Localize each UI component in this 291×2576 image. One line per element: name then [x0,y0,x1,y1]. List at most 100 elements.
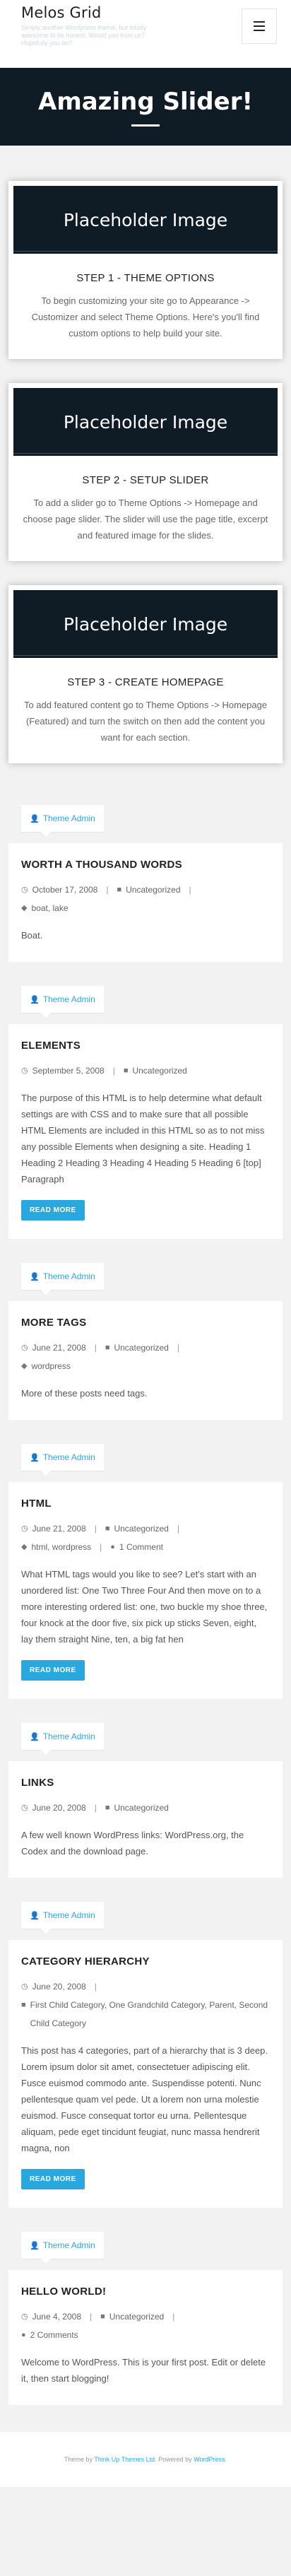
post-category[interactable]: Uncategorized [114,1519,168,1538]
tag-icon: ◆ [21,1362,28,1370]
post-author-badge[interactable]: 👤 Theme Admin [21,805,104,837]
clock-icon: ◷ [21,1343,28,1352]
menu-toggle-button[interactable] [242,8,277,44]
post-category[interactable]: Uncategorized [114,1339,168,1357]
hamburger-icon [254,21,265,23]
feature-text: To begin customizing your site go to App… [31,295,260,339]
post-item: 👤 Theme Admin MORE TAGS ◷ June 21, 2008 |… [0,1263,291,1420]
folder-icon: ■ [100,2312,105,2321]
read-more-button[interactable]: READ MORE [21,2169,85,2189]
post-category[interactable]: Uncategorized [132,1061,186,1080]
feature-heading[interactable]: STEP 1 - THEME OPTIONS [13,272,278,284]
post-meta: ◷ October 17, 2008 | ■ Uncategorized | [21,881,270,899]
post-date[interactable]: June 21, 2008 [32,1519,86,1538]
post-tags[interactable]: wordpress [31,1357,70,1375]
post-title[interactable]: ELEMENTS [21,1040,270,1052]
post-title[interactable]: WORTH A THOUSAND WORDS [21,859,270,871]
post-card: MORE TAGS ◷ June 21, 2008 | ■ Uncategorize… [8,1301,283,1420]
post-author-badge[interactable]: 👤 Theme Admin [21,2232,104,2264]
post-tags[interactable]: boat, lake [31,899,68,917]
feature-heading[interactable]: STEP 2 - SETUP SLIDER [13,474,278,486]
post-excerpt: What HTML tags would you like to see? Le… [21,1569,268,1645]
post-meta: ◷ September 5, 2008 | ■ Uncategorized [21,1061,270,1080]
site-title[interactable]: Melos Grid [21,4,270,21]
post-card: LINKS ◷ June 20, 2008 | ■ Uncategorized A … [8,1761,283,1878]
tag-icon: ◆ [21,1543,28,1551]
feature-heading[interactable]: STEP 3 - CREATE HOMEPAGE [13,676,278,688]
post-card: CATEGORY HIERARCHY ◷ June 20, 2008 | ■ Fir… [8,1940,283,2208]
site-tagline: Simply another Wordpress theme, but tota… [21,24,146,47]
post-excerpt: Boat. [21,930,43,941]
theme-author-link[interactable]: Think Up Themes Ltd [94,2456,155,2463]
read-more-button[interactable]: READ MORE [21,1660,85,1681]
post-author-badge[interactable]: 👤 Theme Admin [21,1902,104,1934]
post-tags-row: ◆ wordpress [21,1357,270,1375]
feature-box: Placeholder Image STEP 2 - SETUP SLIDER … [8,383,283,561]
folder-icon: ■ [105,1343,110,1352]
post-item: 👤 Theme Admin ELEMENTS ◷ September 5, 200… [0,986,291,1239]
post-item: 👤 Theme Admin HTML ◷ June 21, 2008 | ■ Unc… [0,1444,291,1699]
post-category[interactable]: Uncategorized [126,881,180,899]
post-excerpt: Welcome to WordPress. This is your first… [21,2357,266,2384]
comment-icon: ● [110,1543,115,1551]
post-card: HTML ◷ June 21, 2008 | ■ Uncategorized | ◆… [8,1482,283,1699]
folder-icon: ■ [123,1066,129,1075]
post-date[interactable]: October 17, 2008 [32,881,98,899]
clock-icon: ◷ [21,1982,28,1991]
user-icon: 👤 [30,1272,40,1281]
post-title[interactable]: LINKS [21,1777,270,1789]
post-author-badge[interactable]: 👤 Theme Admin [21,1263,104,1295]
post-date[interactable]: June 20, 2008 [32,1977,86,1996]
folder-icon: ■ [117,886,122,894]
post-title[interactable]: CATEGORY HIERARCHY [21,1955,270,1968]
clock-icon: ◷ [21,1804,28,1812]
clock-icon: ◷ [21,2312,28,2321]
feature-image[interactable]: Placeholder Image [13,590,278,658]
post-tags[interactable]: html, wordpress [31,1538,91,1556]
post-comments[interactable]: 1 Comment [119,1538,163,1556]
wordpress-link[interactable]: WordPress [194,2456,225,2463]
read-more-button[interactable]: READ MORE [21,1200,85,1221]
hero-title: Amazing Slider! [38,87,253,116]
post-excerpt: The purpose of this HTML is to help dete… [21,1093,265,1184]
post-author-badge[interactable]: 👤 Theme Admin [21,986,104,1018]
post-title[interactable]: HELLO WORLD! [21,2286,270,2298]
user-icon: 👤 [30,814,40,823]
post-title[interactable]: HTML [21,1498,270,1510]
post-date[interactable]: June 21, 2008 [32,1339,86,1357]
post-item: 👤 Theme Admin HELLO WORLD! ◷ June 4, 2008… [0,2232,291,2405]
post-category[interactable]: Uncategorized [109,2307,164,2326]
post-item: 👤 Theme Admin WORTH A THOUSAND WORDS ◷ Oc… [0,805,291,962]
post-title[interactable]: MORE TAGS [21,1317,270,1329]
feature-text: To add a slider go to Theme Options -> H… [23,498,268,541]
post-meta: ◷ June 20, 2008 | [21,1977,270,1996]
post-meta: ◷ June 21, 2008 | ■ Uncategorized | [21,1519,270,1538]
clock-icon: ◷ [21,1524,28,1533]
post-category[interactable]: Uncategorized [114,1799,168,1817]
user-icon: 👤 [30,995,40,1004]
post-date[interactable]: June 4, 2008 [32,2307,81,2326]
post-author-badge[interactable]: 👤 Theme Admin [21,1723,104,1755]
post-excerpt: More of these posts need tags. [21,1388,148,1399]
post-item: 👤 Theme Admin LINKS ◷ June 20, 2008 | ■ Un… [0,1723,291,1878]
post-tags-row: ◆ boat, lake [21,899,270,917]
post-item: 👤 Theme Admin CATEGORY HIERARCHY ◷ June 2… [0,1902,291,2208]
user-icon: 👤 [30,1732,40,1741]
site-footer: Theme by Think Up Themes Ltd. Powered by… [0,2432,291,2487]
post-excerpt: A few well known WordPress links: WordPr… [21,1830,244,1857]
feature-image[interactable]: Placeholder Image [13,186,278,254]
hero-banner: Amazing Slider! [0,68,291,146]
folder-icon: ■ [105,1524,110,1533]
feature-text: To add featured content go to Theme Opti… [23,700,268,743]
post-card: WORTH A THOUSAND WORDS ◷ October 17, 2008… [8,843,283,962]
feature-image[interactable]: Placeholder Image [13,388,278,456]
post-comments[interactable]: 2 Comments [30,2326,78,2344]
post-meta: ◷ June 4, 2008 | ■ Uncategorized | [21,2307,270,2326]
post-date[interactable]: September 5, 2008 [32,1061,105,1080]
clock-icon: ◷ [21,1066,28,1075]
post-author-badge[interactable]: 👤 Theme Admin [21,1444,104,1476]
post-category[interactable]: First Child Category, One Grandchild Cat… [30,1996,270,2033]
post-meta: ◷ June 21, 2008 | ■ Uncategorized | [21,1339,270,1357]
post-excerpt: This post has 4 categories, part of a hi… [21,2045,268,2153]
post-date[interactable]: June 20, 2008 [32,1799,86,1817]
